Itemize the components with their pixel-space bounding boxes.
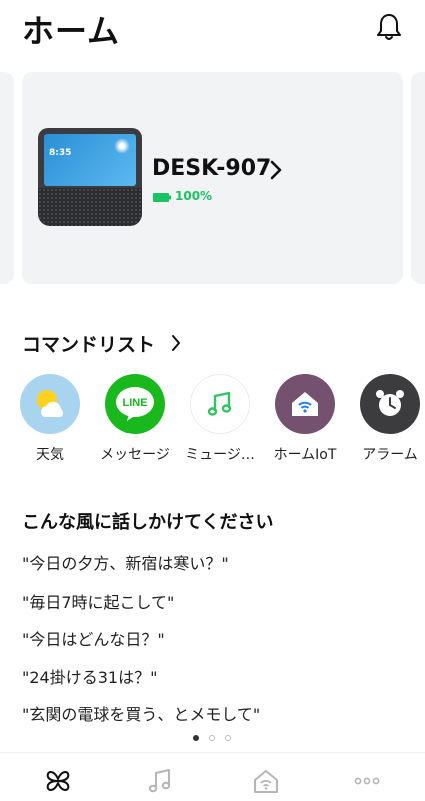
device-speaker-grille bbox=[38, 188, 142, 226]
previous-card-peek[interactable] bbox=[0, 72, 14, 284]
bottom-tab-bar bbox=[0, 752, 425, 801]
bell-icon[interactable] bbox=[375, 12, 403, 42]
line-icon: LINE bbox=[105, 374, 165, 434]
header: ホーム bbox=[0, 0, 425, 56]
suggestions-title: こんな風に話しかけてください bbox=[22, 512, 274, 533]
device-carousel[interactable]: 8:35 DESK-907 100% bbox=[0, 72, 425, 284]
clover-home-icon[interactable] bbox=[44, 767, 72, 795]
sun-glare-icon bbox=[114, 138, 130, 154]
suggestion-phrase[interactable]: "毎日7時に起こして" bbox=[22, 589, 174, 613]
battery-icon bbox=[153, 193, 171, 202]
chevron-right-icon[interactable] bbox=[171, 334, 181, 352]
device-image: 8:35 bbox=[38, 128, 142, 226]
command-list-title[interactable]: コマンドリスト bbox=[22, 330, 155, 357]
command-label: 天気 bbox=[36, 447, 64, 463]
page-indicator bbox=[193, 735, 233, 743]
battery-percentage: 100% bbox=[175, 189, 213, 203]
home-wifi-icon[interactable] bbox=[252, 767, 280, 795]
music-note-icon[interactable] bbox=[146, 767, 174, 795]
page-dot bbox=[209, 735, 215, 741]
suggestion-phrase[interactable]: "今日の夕方、新宿は寒い？" bbox=[22, 550, 229, 574]
next-card-peek[interactable] bbox=[411, 72, 425, 284]
more-dots-icon[interactable] bbox=[353, 767, 381, 795]
device-name[interactable]: DESK-907 bbox=[152, 156, 271, 181]
weather-icon bbox=[20, 374, 80, 434]
music-icon bbox=[190, 374, 250, 434]
svg-text:LINE: LINE bbox=[122, 397, 147, 409]
command-label: ホームIoT bbox=[273, 447, 337, 463]
page-dot-active bbox=[193, 735, 199, 741]
command-label: メッセージ bbox=[100, 447, 170, 463]
suggestion-phrase[interactable]: "今日はどんな日？" bbox=[22, 626, 165, 650]
alarm-clock-icon bbox=[360, 374, 420, 434]
page-title: ホーム bbox=[22, 12, 121, 50]
page-dot bbox=[225, 735, 231, 741]
suggestion-phrase[interactable]: "24掛ける31は？" bbox=[22, 664, 157, 688]
command-label: ミュージ… bbox=[185, 447, 255, 463]
command-label: アラーム bbox=[362, 447, 418, 463]
device-card[interactable]: 8:35 DESK-907 100% bbox=[22, 72, 403, 284]
device-screen: 8:35 bbox=[44, 134, 136, 186]
chevron-right-icon[interactable] bbox=[269, 159, 283, 181]
device-screen-time: 8:35 bbox=[49, 148, 72, 158]
device-screen-frame: 8:35 bbox=[38, 128, 142, 188]
home-iot-icon bbox=[275, 374, 335, 434]
suggestion-phrase[interactable]: "玄関の電球を買う、とメモして" bbox=[22, 701, 260, 725]
